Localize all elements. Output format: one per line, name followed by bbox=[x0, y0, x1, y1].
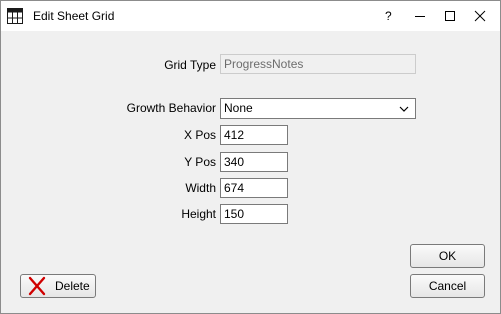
grid-type-label: Grid Type bbox=[164, 58, 216, 72]
maximize-button[interactable] bbox=[435, 1, 465, 31]
help-label: ? bbox=[385, 9, 392, 23]
growth-behavior-value: None bbox=[224, 101, 253, 115]
ok-button[interactable]: OK bbox=[410, 244, 485, 268]
close-icon bbox=[474, 10, 486, 22]
grid-type-field: ProgressNotes bbox=[220, 54, 416, 74]
ok-label: OK bbox=[438, 249, 457, 263]
cancel-button[interactable]: Cancel bbox=[410, 274, 485, 298]
delete-button[interactable]: Delete bbox=[20, 274, 96, 298]
edit-sheet-grid-window: Edit Sheet Grid ? Grid Type Growth Behav… bbox=[0, 0, 501, 314]
window-title: Edit Sheet Grid bbox=[33, 9, 115, 23]
maximize-icon bbox=[445, 11, 455, 21]
grid-icon bbox=[7, 8, 23, 24]
width-input[interactable]: 674 bbox=[220, 178, 288, 198]
cancel-label: Cancel bbox=[428, 279, 467, 293]
height-label: Height bbox=[181, 207, 216, 221]
chevron-down-icon bbox=[399, 106, 409, 112]
delete-label: Delete bbox=[55, 279, 90, 293]
growth-behavior-label: Growth Behavior bbox=[126, 101, 216, 115]
x-pos-label: X Pos bbox=[183, 128, 216, 142]
x-pos-input[interactable]: 412 bbox=[220, 125, 288, 145]
y-pos-label: Y Pos bbox=[184, 155, 216, 169]
help-button[interactable]: ? bbox=[375, 1, 405, 31]
title-bar[interactable]: Edit Sheet Grid ? bbox=[1, 1, 500, 31]
growth-behavior-dropdown[interactable]: None bbox=[220, 98, 416, 119]
close-button[interactable] bbox=[465, 1, 495, 31]
minimize-button[interactable] bbox=[405, 1, 435, 31]
width-label: Width bbox=[185, 181, 216, 195]
red-x-icon bbox=[28, 276, 46, 296]
minimize-icon bbox=[415, 16, 425, 17]
y-pos-input[interactable]: 340 bbox=[220, 152, 288, 172]
height-input[interactable]: 150 bbox=[220, 204, 288, 224]
